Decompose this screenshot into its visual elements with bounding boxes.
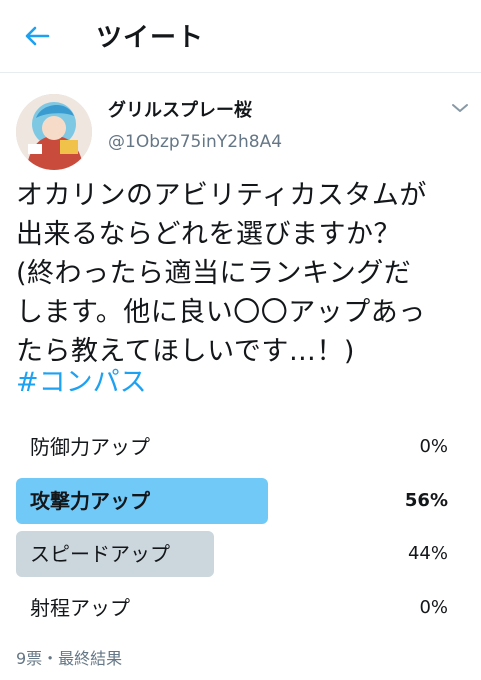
avatar[interactable] [16, 94, 92, 170]
user-handle[interactable]: @1Obzp75inY2h8A4 [108, 132, 282, 152]
poll-option: 攻撃力アップ 56% [16, 478, 466, 524]
poll-option-percent: 56% [404, 490, 448, 511]
poll-option: スピードアップ 44% [16, 531, 466, 577]
page-title: ツイート [96, 23, 205, 53]
poll-option-label: スピードアップ [30, 542, 170, 566]
poll-option-label: 射程アップ [30, 596, 130, 620]
poll-option: 防御力アップ 0% [16, 424, 466, 470]
tweet-text: オカリンのアビリティカスタムが 出来るならどれを選びますか？ (終わったら適当に… [16, 180, 427, 367]
chevron-down-icon [452, 104, 468, 112]
arrow-left-icon [25, 26, 50, 46]
back-button[interactable] [22, 21, 52, 51]
app-header: ツイート [0, 0, 481, 73]
avatar-image [16, 94, 92, 170]
hashtag-link[interactable]: #コンパス [16, 363, 147, 402]
poll-option-label: 防御力アップ [30, 435, 150, 459]
poll-option: 射程アップ 0% [16, 585, 466, 631]
poll-footer: 9票・最終結果 [16, 649, 123, 668]
poll-option-label: 攻撃力アップ [30, 489, 150, 513]
poll-option-percent: 44% [407, 543, 448, 564]
poll-option-percent: 0% [419, 436, 448, 457]
poll-option-percent: 0% [419, 597, 448, 618]
more-options-button[interactable] [447, 98, 473, 118]
user-display-name[interactable]: グリルスプレー桜 [108, 96, 252, 122]
